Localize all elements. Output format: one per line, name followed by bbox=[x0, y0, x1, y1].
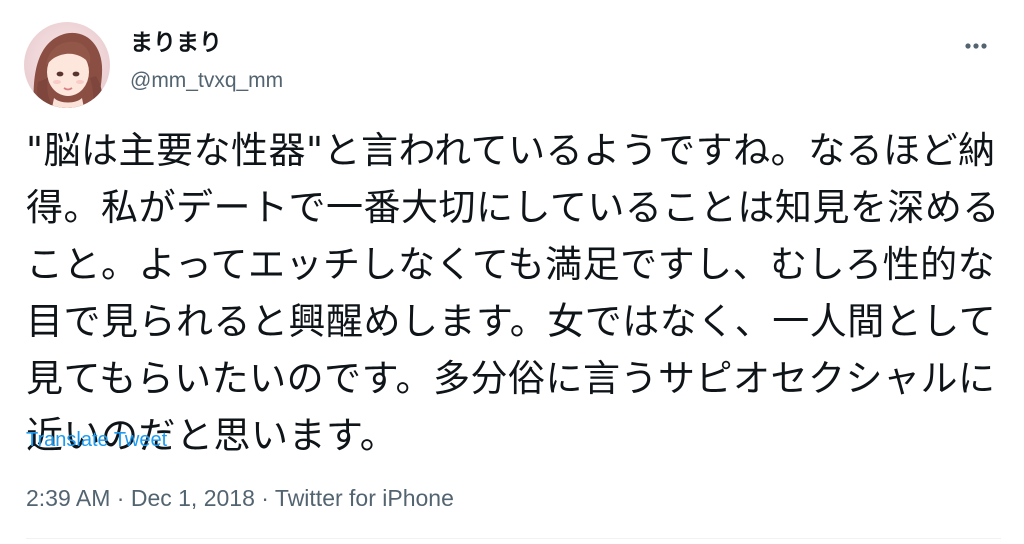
tweet-date[interactable]: Dec 1, 2018 bbox=[131, 485, 255, 511]
tweet-time[interactable]: 2:39 AM bbox=[26, 485, 110, 511]
meta-separator: · bbox=[116, 485, 125, 511]
display-name[interactable]: まりまり bbox=[130, 26, 222, 60]
tweet-text: "脳は主要な性器"と言われているようですね。なるほど納得。私がデートで一番大切に… bbox=[26, 129, 1000, 457]
translate-tweet-link[interactable]: Translate Tweet bbox=[26, 426, 167, 454]
divider bbox=[26, 538, 1001, 539]
user-handle[interactable]: @mm_tvxq_mm bbox=[130, 66, 283, 96]
more-button[interactable] bbox=[952, 30, 1000, 62]
tweet-metadata: 2:39 AM · Dec 1, 2018 · Twitter for iPho… bbox=[26, 482, 454, 514]
more-horizontal-icon bbox=[965, 43, 987, 49]
meta-separator: · bbox=[261, 485, 269, 511]
tweet-card: まりまり @mm_tvxq_mm "脳は主要な性器"と言われているようですね。な… bbox=[0, 0, 1024, 544]
avatar-illustration bbox=[24, 22, 110, 108]
avatar[interactable] bbox=[24, 22, 110, 108]
tweet-source[interactable]: Twitter for iPhone bbox=[275, 485, 454, 511]
